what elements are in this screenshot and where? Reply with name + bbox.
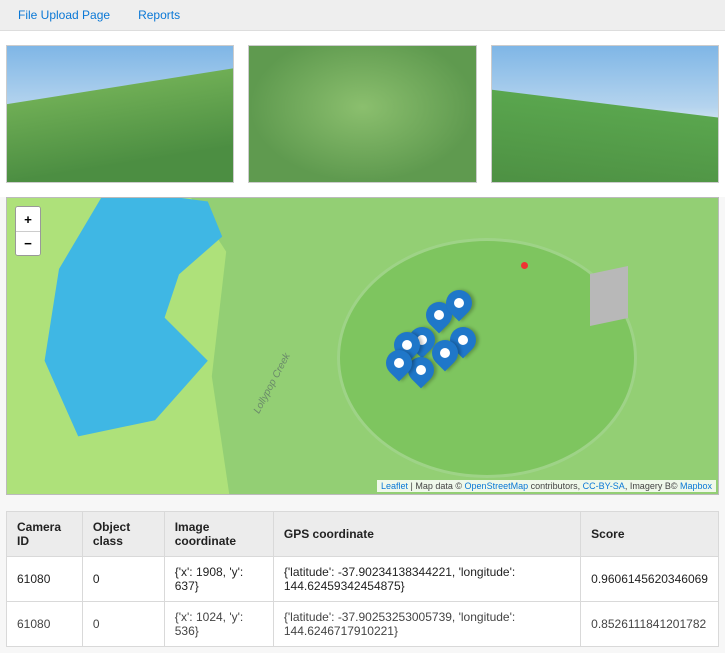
- attr-mapbox[interactable]: Mapbox: [680, 481, 712, 491]
- table-row: 610800{'x': 1024, 'y': 536}{'latitude': …: [7, 602, 719, 647]
- detections-table: Camera ID Object class Image coordinate …: [6, 511, 719, 647]
- col-object-class: Object class: [82, 512, 164, 557]
- cell-camera-id: 61080: [7, 602, 83, 647]
- attr-osm[interactable]: OpenStreetMap: [465, 481, 529, 491]
- table-header-row: Camera ID Object class Image coordinate …: [7, 512, 719, 557]
- camera-thumbnail-3[interactable]: [491, 45, 719, 183]
- top-nav: File Upload Page Reports: [0, 0, 725, 31]
- cell-object-class: 0: [82, 602, 164, 647]
- cell-image-coord: {'x': 1024, 'y': 536}: [164, 602, 273, 647]
- thumbnail-row: [0, 31, 725, 197]
- nav-reports[interactable]: Reports: [138, 8, 180, 22]
- zoom-out-button[interactable]: −: [16, 231, 40, 255]
- map-poi-dot: [521, 262, 528, 269]
- cell-score: 0.8526111841201782: [581, 602, 719, 647]
- cell-gps-coord: {'latitude': -37.90253253005739, 'longit…: [273, 602, 580, 647]
- cell-score: 0.9606145620346069: [581, 557, 719, 602]
- table-row: 610800{'x': 1908, 'y': 637}{'latitude': …: [7, 557, 719, 602]
- col-gps-coord: GPS coordinate: [273, 512, 580, 557]
- camera-thumbnail-2[interactable]: [248, 45, 476, 183]
- camera-thumbnail-1[interactable]: [6, 45, 234, 183]
- cell-gps-coord: {'latitude': -37.90234138344221, 'longit…: [273, 557, 580, 602]
- map-attribution: Leaflet | Map data © OpenStreetMap contr…: [377, 480, 716, 492]
- nav-file-upload[interactable]: File Upload Page: [18, 8, 110, 22]
- col-image-coord: Image coordinate: [164, 512, 273, 557]
- cell-image-coord: {'x': 1908, 'y': 637}: [164, 557, 273, 602]
- map-zoom-control: + −: [15, 206, 41, 256]
- cell-camera-id: 61080: [7, 557, 83, 602]
- cell-object-class: 0: [82, 557, 164, 602]
- col-camera-id: Camera ID: [7, 512, 83, 557]
- attr-cc[interactable]: CC-BY-SA: [583, 481, 625, 491]
- attr-leaflet[interactable]: Leaflet: [381, 481, 408, 491]
- map[interactable]: Lollypop Creek + − Leaflet | Map data © …: [6, 197, 719, 495]
- zoom-in-button[interactable]: +: [16, 207, 40, 231]
- col-score: Score: [581, 512, 719, 557]
